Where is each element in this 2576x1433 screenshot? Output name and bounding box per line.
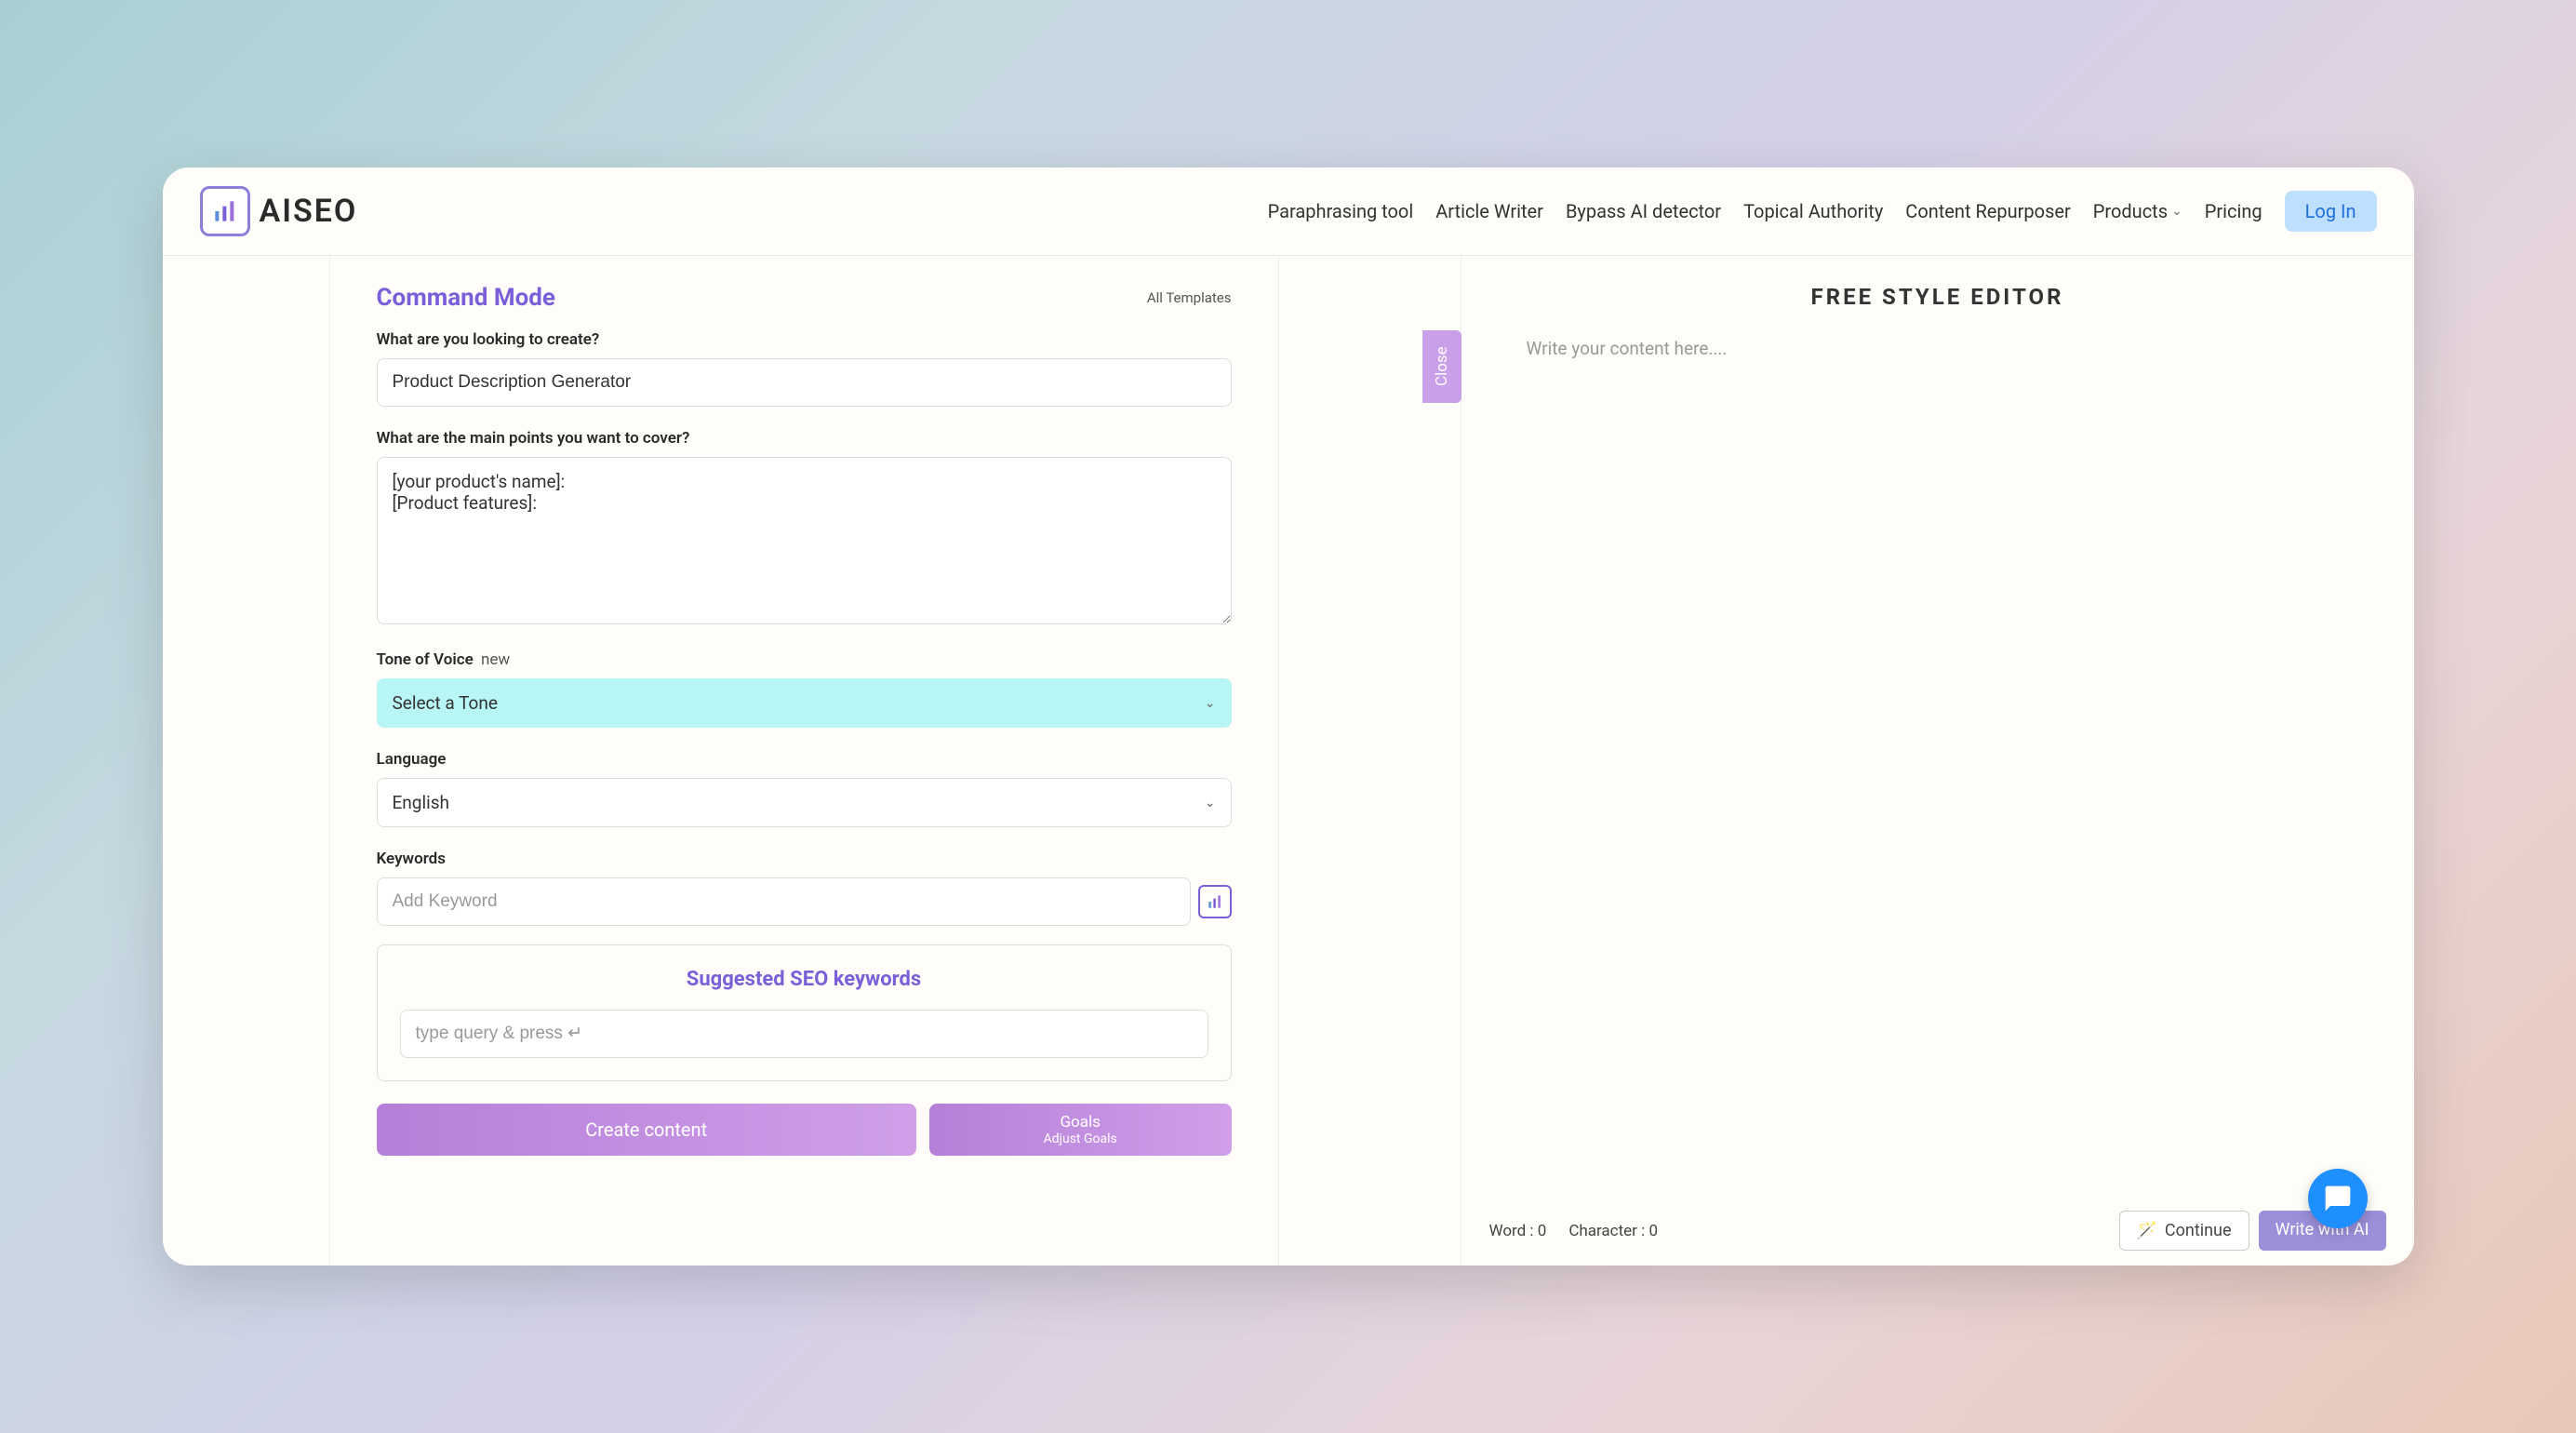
editor-title: FREE STYLE EDITOR [1462,256,2414,338]
command-header: Command Mode All Templates [377,284,1232,312]
body: Command Mode All Templates What are you … [163,256,2414,1266]
editor-footer: Word : 0 Character : 0 🪄 Continue Write … [1462,1196,2414,1266]
language-label: Language [377,750,1232,769]
nav-pricing[interactable]: Pricing [2205,200,2262,222]
field-points: What are the main points you want to cov… [377,429,1232,628]
all-templates-link[interactable]: All Templates [1147,289,1232,306]
command-title: Command Mode [377,284,555,312]
logo-icon [200,186,250,236]
chat-icon [2323,1184,2353,1213]
seo-query-input[interactable] [400,1010,1208,1058]
chevron-down-icon: ⌄ [1205,696,1216,711]
nav: Paraphrasing tool Article Writer Bypass … [1268,191,2377,232]
chevron-down-icon: ⌄ [2171,204,2182,219]
logo-text: AISEO [260,193,358,230]
keywords-label: Keywords [377,850,1232,868]
left-padding [163,256,330,1266]
char-count: Character : 0 [1568,1222,1658,1240]
editor-panel: Close FREE STYLE EDITOR Write your conte… [1461,256,2414,1266]
bars-icon [1206,892,1224,911]
chat-bubble-button[interactable] [2308,1169,2368,1228]
app-window: AISEO Paraphrasing tool Article Writer B… [163,167,2414,1266]
tone-select[interactable]: Select a Tone ⌄ [377,678,1232,728]
create-input[interactable] [377,358,1232,407]
login-button[interactable]: Log In [2285,191,2377,232]
nav-bypass-ai[interactable]: Bypass AI detector [1566,200,1721,222]
seo-title: Suggested SEO keywords [400,968,1208,991]
field-create: What are you looking to create? [377,330,1232,407]
header: AISEO Paraphrasing tool Article Writer B… [163,167,2414,256]
editor-placeholder: Write your content here.... [1527,338,2349,359]
field-keywords: Keywords Suggested SEO keywords [377,850,1232,1081]
keyword-generate-button[interactable] [1198,885,1232,918]
nav-content-repurposer[interactable]: Content Repurposer [1905,200,2070,222]
points-textarea[interactable]: [your product's name]: [Product features… [377,457,1232,624]
goals-button[interactable]: Goals Adjust Goals [929,1104,1232,1156]
tone-label: Tone of Voice new [377,650,1232,669]
logo[interactable]: AISEO [200,186,358,236]
command-panel: Command Mode All Templates What are you … [330,256,1279,1266]
seo-suggestions: Suggested SEO keywords [377,944,1232,1081]
create-label: What are you looking to create? [377,330,1232,349]
wand-icon: 🪄 [2137,1221,2157,1240]
word-count: Word : 0 [1489,1222,1547,1240]
nav-products[interactable]: Products ⌄ [2093,200,2182,222]
nav-article-writer[interactable]: Article Writer [1435,200,1543,222]
field-tone: Tone of Voice new Select a Tone ⌄ [377,650,1232,728]
nav-paraphrasing[interactable]: Paraphrasing tool [1268,200,1414,222]
keyword-input[interactable] [377,877,1191,926]
footer-stats: Word : 0 Character : 0 [1489,1222,1659,1240]
continue-button[interactable]: 🪄 Continue [2119,1211,2249,1251]
language-select[interactable]: English ⌄ [377,778,1232,827]
close-tab[interactable]: Close [1422,330,1462,403]
editor-body[interactable]: Write your content here.... [1462,338,2414,1196]
create-content-button[interactable]: Create content [377,1104,916,1156]
new-badge: new [481,650,510,669]
field-language: Language English ⌄ [377,750,1232,827]
button-row: Create content Goals Adjust Goals [377,1104,1232,1156]
nav-topical-authority[interactable]: Topical Authority [1743,200,1883,222]
chevron-down-icon: ⌄ [1205,796,1216,810]
points-label: What are the main points you want to cov… [377,429,1232,448]
